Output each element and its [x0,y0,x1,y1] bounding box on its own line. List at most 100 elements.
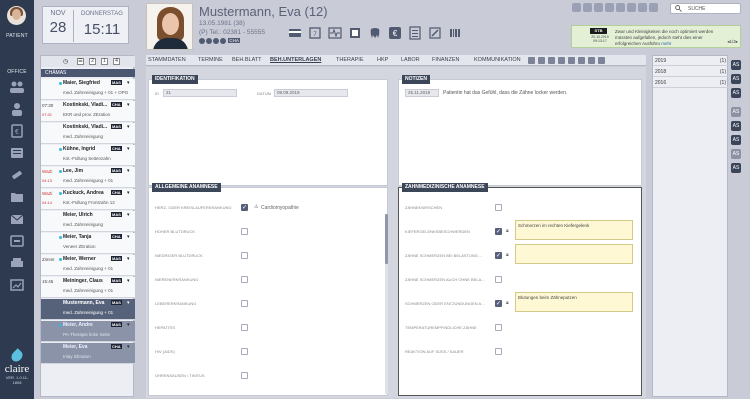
invoice-icon[interactable]: € [9,124,25,138]
anamnese-checkbox[interactable] [495,348,502,355]
right-tool-3[interactable]: AS [731,88,741,98]
tab-labor[interactable]: LABOR [401,57,420,63]
filter-1[interactable]: 1 [101,58,108,65]
anamnese-checkbox[interactable] [241,348,248,355]
anamnese-checkbox[interactable] [495,204,502,211]
syringe-icon[interactable] [9,168,25,182]
form-list-icon[interactable] [408,26,422,40]
year-row[interactable]: 2019 (1) [653,56,729,66]
anamnese-note[interactable]: Blutungen beim Zähneputzen [515,292,633,312]
card-icon[interactable] [288,26,302,40]
sync-icon[interactable] [583,3,592,12]
patient-label[interactable]: PATIENT [0,33,34,39]
user-avatar[interactable] [7,6,26,25]
patient-photo[interactable] [146,3,193,50]
chevron-down-icon[interactable]: ▾ [127,234,130,240]
group-icon[interactable] [9,80,25,94]
tab-therapie[interactable]: THERAPIE [336,57,364,63]
anamnese-checkbox[interactable] [495,324,502,331]
anamnese-checkbox[interactable] [495,228,502,235]
grid-view-icon[interactable] [528,57,535,64]
mail-top-icon[interactable] [627,3,636,12]
anamnese-checkbox[interactable] [495,300,502,307]
anamnese-checkbox[interactable] [241,276,248,283]
chevron-down-icon[interactable]: ▾ [127,256,130,262]
anamnese-checkbox[interactable] [241,324,248,331]
id-field[interactable]: 21 [163,89,237,97]
year-row[interactable]: 2016 (1) [653,78,729,88]
share-icon[interactable] [588,57,595,64]
help-icon[interactable] [616,3,625,12]
notice-banner[interactable]: STB 20.10.2019 09:13:17 Zwar und Kleinigk… [571,25,741,48]
patient-list-row[interactable]: Mustermann, Eva MAS ▾ med. Zahnreinigung + … [41,299,135,320]
clock-icon[interactable]: ◷ [63,58,68,65]
export-icon[interactable] [568,57,575,64]
notice-more-link[interactable]: mehr [661,41,671,46]
calendar-icon[interactable]: 7 [308,26,322,40]
chevron-down-icon[interactable]: ▾ [127,322,130,328]
right-tool-2[interactable]: AS [731,74,741,84]
patient-list-row[interactable]: Meier, Eva CHA ▾ Inlay ZEration [41,343,135,364]
table-view-icon[interactable] [548,57,555,64]
person-icon[interactable] [9,102,25,116]
archive-icon[interactable] [9,234,25,248]
chart-icon[interactable] [9,278,25,292]
edit-icon[interactable] [428,26,442,40]
list-view-icon[interactable] [538,57,545,64]
chevron-down-icon[interactable]: ▾ [127,124,130,130]
anamnese-checkbox[interactable] [495,252,502,259]
anamnese-checkbox[interactable] [241,300,248,307]
right-tool-7[interactable]: AS [731,149,741,159]
right-tool-5[interactable]: AS [731,121,741,131]
patient-list-row[interactable]: 15:45 Meininger, Claus MAS ▾ med. Zahnreinig… [41,277,135,298]
right-tool-1[interactable]: AS [731,60,741,70]
tab-beh-blatt[interactable]: BEH.BLATT [232,57,262,63]
xray-icon[interactable] [348,26,362,40]
year-row[interactable]: 2018 (1) [653,67,729,77]
chevron-down-icon[interactable]: ▾ [127,344,130,350]
patient-list-row[interactable]: Maier, Siegfried MAS ▾ med. Zahnreinigung +… [41,79,135,100]
view-icon[interactable] [594,3,603,12]
add-icon[interactable] [572,3,581,12]
power-icon[interactable] [649,3,658,12]
chevron-down-icon[interactable]: ▾ [127,278,130,284]
filter-all[interactable]: ☰ [77,58,84,65]
filter-4[interactable]: 4 [113,58,120,65]
anamnese-checkbox[interactable] [241,252,248,259]
delete-icon[interactable] [598,57,605,64]
chevron-down-icon[interactable]: ▾ [127,190,130,196]
right-tool-4[interactable]: AS [731,107,741,117]
patient-list-row[interactable]: Kühne, Ingrid CHA ▾ Kst.-Füllung Seitenzahn [41,145,135,166]
tab-hkp[interactable]: HKP [377,57,388,63]
patient-list-row[interactable]: WaZi 04:14 Kuckuck, Andrea CHA ▾ Kst.-Füllung… [41,189,135,210]
tab-beh-unterlagen[interactable]: BEH.UNTERLAGEN [270,57,321,63]
chevron-down-icon[interactable]: ▾ [127,80,130,86]
right-tool-6[interactable]: AS [731,135,741,145]
patient-list-row[interactable]: WaZi 04:13 Lee, Jim MAS ▾ med. Zahnreinigung … [41,167,135,188]
mail-icon[interactable] [9,212,25,226]
print-view-icon[interactable] [558,57,565,64]
patient-list-row[interactable]: Meier, Andre MAS ▾ PA-Therapie linke Seite [41,321,135,342]
chevron-down-icon[interactable]: ▾ [127,168,130,174]
notice-pager[interactable]: ◂1/2▸ [727,39,738,45]
printer-icon[interactable] [9,256,25,270]
tab-kommunikation[interactable]: KOMMUNIKATION [474,57,521,63]
settings-icon[interactable] [638,3,647,12]
chevron-down-icon[interactable]: ▾ [127,300,130,306]
pulse-icon[interactable] [328,26,342,40]
right-tool-8[interactable]: AS [731,163,741,173]
tab-termine[interactable]: TERMINE [198,57,223,63]
allgemeine-scrollbar[interactable] [385,214,388,394]
datum-field[interactable]: 09.09.2019 [274,89,348,97]
office-label[interactable]: OFFICE [0,69,34,75]
chevron-down-icon[interactable]: ▾ [127,146,130,152]
anamnese-note[interactable] [515,244,633,264]
filter-2[interactable]: 2 [89,58,96,65]
patient-list-row[interactable]: ZimmI Meier, Werner MAS ▾ med. Zahnreinigung… [41,255,135,276]
patient-list-row[interactable]: 07:30 07:31 Kostinkski, Vladi... CHA ▾ EKR un… [41,101,135,122]
folder-icon[interactable] [9,190,25,204]
barcode-icon[interactable] [448,26,462,40]
patient-list-row[interactable]: Kostinkski, Vladi... MAS ▾ med. Zahnreinigu… [41,123,135,144]
attach-icon[interactable] [578,57,585,64]
anamnese-checkbox[interactable] [241,372,248,379]
